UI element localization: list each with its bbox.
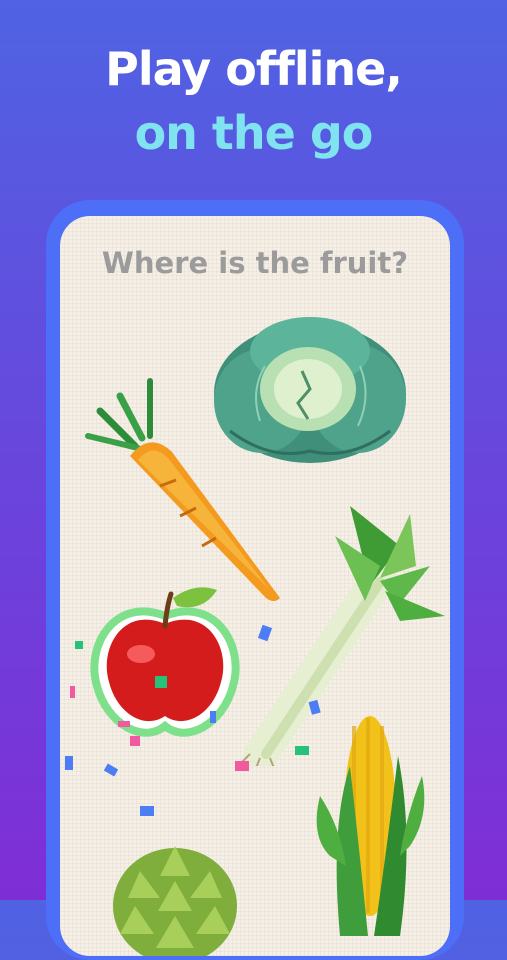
promo-headline-line1: Play offline, <box>105 42 403 96</box>
question-text: Where is the fruit? <box>101 246 409 280</box>
corn-icon <box>316 716 425 936</box>
artichoke-item[interactable] <box>110 836 240 956</box>
phone-frame: Where is the fruit? <box>46 200 464 960</box>
corn-item[interactable] <box>310 706 430 936</box>
artichoke-icon <box>113 846 237 956</box>
game-screen: Where is the fruit? <box>60 216 450 956</box>
promo-headline-line2: on the go <box>134 106 374 160</box>
